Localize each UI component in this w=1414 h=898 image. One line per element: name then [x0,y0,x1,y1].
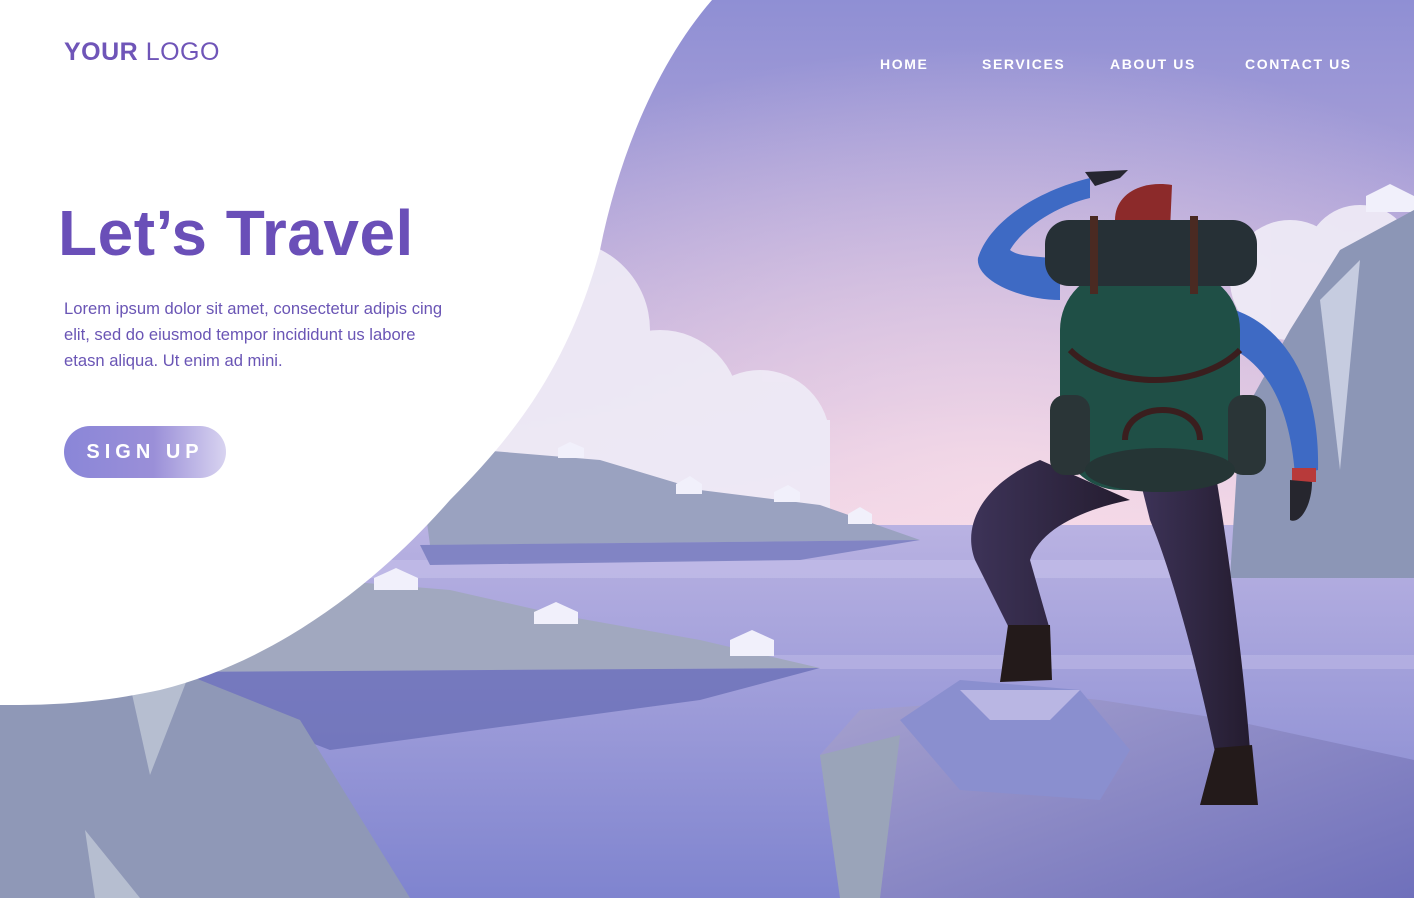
nav-item-home[interactable]: HOME [880,56,928,72]
hero-description: Lorem ipsum dolor sit amet, consectetur … [64,299,443,370]
sign-up-button[interactable]: SIGN UP [64,426,226,478]
nav-item-about-us[interactable]: ABOUT US [1110,56,1196,72]
nav-item-services[interactable]: SERVICES [982,56,1065,72]
nav-item-contact-us[interactable]: CONTACT US [1245,56,1352,72]
main-nav: HOME SERVICES ABOUT US CONTACT US [0,56,1414,76]
page-title: Let’s Travel [58,197,414,269]
